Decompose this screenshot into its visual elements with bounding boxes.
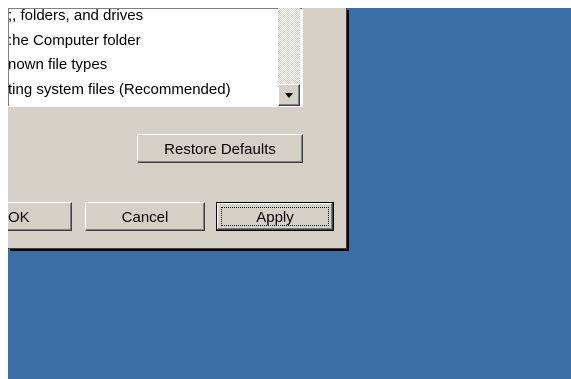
apply-button[interactable]: Apply — [216, 202, 334, 231]
advanced-settings-list[interactable]: ;, folders, and drives :he Computer fold… — [8, 5, 303, 107]
ok-button-label: OK — [8, 209, 30, 226]
folder-options-dialog: ;, folders, and drives :he Computer fold… — [8, 5, 347, 249]
list-item[interactable]: :he Computer folder — [8, 30, 141, 52]
list-item[interactable]: ting system files (Recommended) — [8, 79, 231, 101]
list-item[interactable]: ;, folders, and drives — [8, 5, 143, 27]
chevron-down-icon — [285, 92, 293, 98]
ok-button[interactable]: OK — [8, 202, 72, 231]
list-item[interactable]: nown file types — [8, 54, 107, 76]
apply-button-label: Apply — [221, 207, 329, 226]
cancel-button[interactable]: Cancel — [85, 202, 205, 231]
restore-defaults-button[interactable]: Restore Defaults — [137, 134, 303, 163]
scroll-down-button[interactable] — [278, 84, 300, 106]
